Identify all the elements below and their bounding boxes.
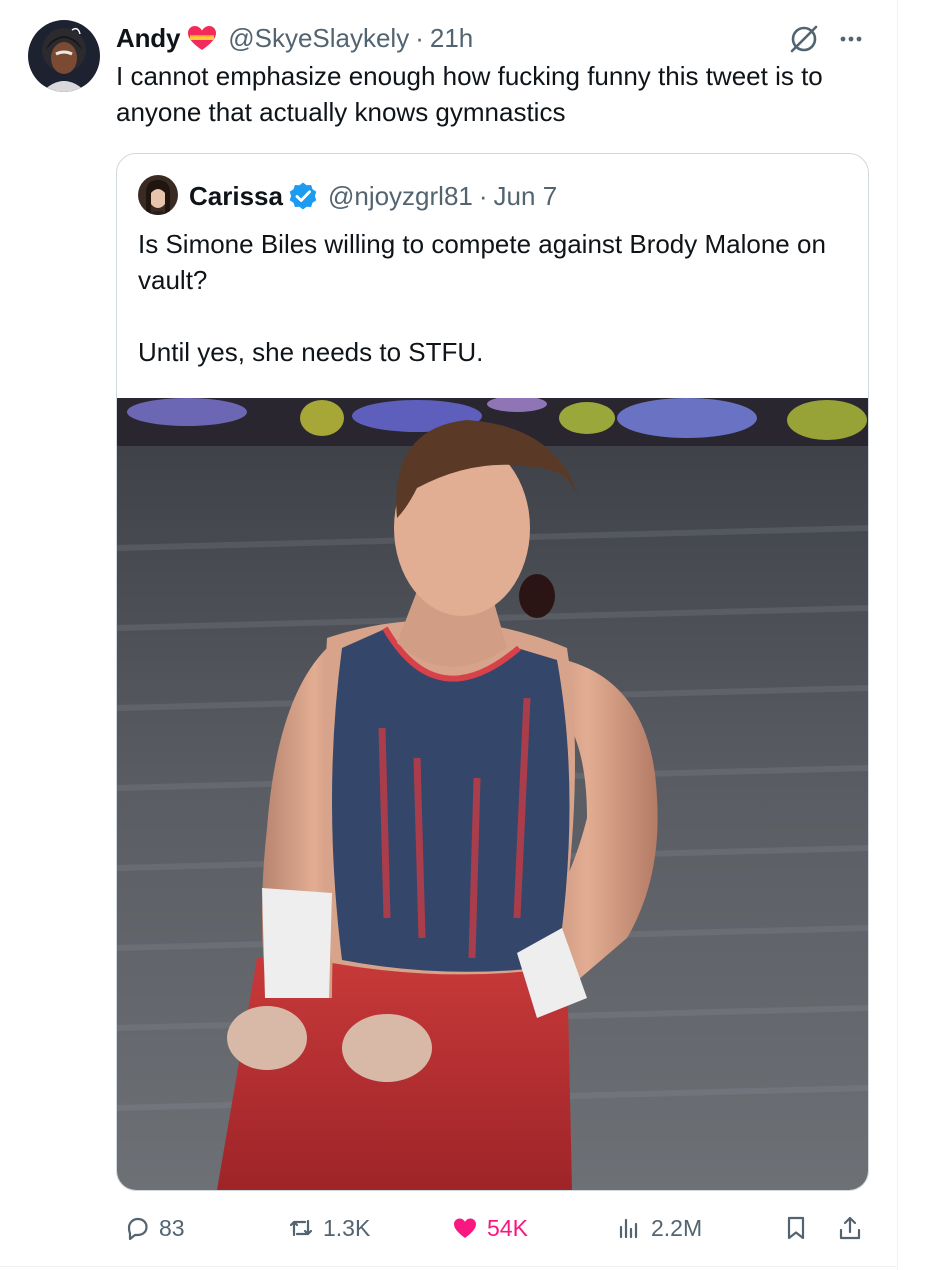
quoted-text-line-1: Is Simone Biles willing to compete again… (138, 229, 826, 295)
author-name[interactable]: Andy (116, 23, 180, 54)
header-separator: · (415, 22, 424, 53)
analytics-bar-icon (619, 1218, 638, 1239)
reply-icon (127, 1217, 148, 1241)
quoted-author-name[interactable]: Carissa (189, 181, 283, 212)
grok-icon[interactable] (787, 22, 821, 56)
tweet-header: Andy @SkyeSlaykely · 21h (116, 20, 473, 56)
heart-filled-icon (454, 1218, 476, 1238)
like-button[interactable]: 54K (451, 1208, 528, 1248)
quoted-author-handle[interactable]: @njoyzgrl81 (328, 181, 473, 212)
bookmark-button[interactable] (782, 1208, 810, 1248)
tweet-bottom-divider (0, 1266, 898, 1267)
share-button[interactable] (836, 1208, 864, 1248)
quoted-tweet-card[interactable]: Carissa @njoyzgrl81 · Jun 7 Is Simone Bi… (116, 153, 869, 1191)
view-count: 2.2M (651, 1214, 703, 1241)
reply-count: 83 (159, 1214, 185, 1241)
more-options-icon[interactable] (836, 26, 866, 52)
share-upload-icon (839, 1216, 861, 1240)
quoted-tweet-timestamp[interactable]: Jun 7 (494, 181, 558, 212)
quoted-header-separator: · (478, 180, 488, 211)
author-handle[interactable]: @SkyeSlaykely (228, 23, 409, 54)
quoted-tweet-header: Carissa @njoyzgrl81 · Jun 7 (189, 178, 557, 214)
column-divider (897, 0, 898, 1270)
quoted-tweet-photo[interactable] (117, 398, 868, 1190)
tweet-text: I cannot emphasize enough how fucking fu… (116, 61, 823, 127)
verified-badge-icon (289, 182, 317, 210)
heart-with-ribbon-icon (188, 26, 217, 50)
like-count: 54K (487, 1214, 528, 1241)
quoted-text-line-2: Until yes, she needs to STFU. (138, 337, 484, 367)
tweet-timestamp[interactable]: 21h (430, 23, 473, 54)
quoted-tweet-text: Is Simone Biles willing to compete again… (138, 226, 853, 370)
quoted-author-avatar[interactable] (138, 175, 178, 215)
repost-button[interactable]: 1.3K (287, 1208, 370, 1248)
reply-button[interactable]: 83 (123, 1208, 185, 1248)
bookmark-icon (787, 1216, 805, 1240)
views-button[interactable]: 2.2M (615, 1208, 702, 1248)
repost-count: 1.3K (323, 1214, 371, 1241)
author-avatar[interactable] (28, 20, 100, 92)
repost-icon (289, 1219, 313, 1237)
